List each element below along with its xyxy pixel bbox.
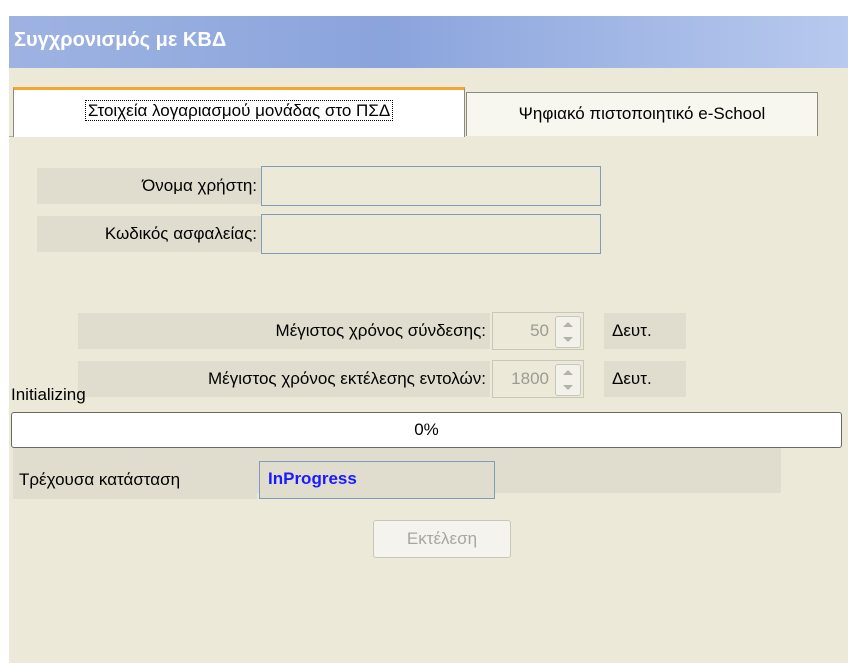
tab-certificate-label: Ψηφιακό πιστοποιητικό e-School <box>518 104 766 123</box>
exec-timeout-unit: Δευτ. <box>604 361 686 397</box>
password-field[interactable] <box>261 214 601 254</box>
right-strip <box>818 82 848 663</box>
connect-timeout-spinner[interactable]: 50 <box>492 312 584 350</box>
progress-percent: 0% <box>414 420 439 439</box>
spinner-arrows-icon[interactable] <box>555 316 581 348</box>
username-field[interactable] <box>261 166 601 206</box>
state-value: InProgress <box>259 461 495 499</box>
state-label: Τρέχουσα κατάσταση <box>13 461 257 499</box>
tab-panel-account: Όνομα χρήστη: Κωδικός ασφαλείας: Μέγιστο… <box>13 136 818 663</box>
username-label: Όνομα χρήστη: <box>37 168 261 204</box>
exec-timeout-spinner[interactable]: 1800 <box>492 360 584 398</box>
tab-certificate[interactable]: Ψηφιακό πιστοποιητικό e-School <box>466 92 818 136</box>
connect-timeout-value: 50 <box>530 321 549 340</box>
window-title: Συγχρονισμός με ΚΒΔ <box>14 29 227 51</box>
tab-account-label: Στοιχεία λογαριασμού μονάδας στο ΠΣΔ <box>84 100 394 121</box>
exec-timeout-value: 1800 <box>511 369 549 388</box>
title-bar[interactable]: Συγχρονισμός με ΚΒΔ <box>9 16 848 68</box>
password-label: Κωδικός ασφαλείας: <box>37 216 261 252</box>
tab-account[interactable]: Στοιχεία λογαριασμού μονάδας στο ΠΣΔ <box>13 87 465 137</box>
run-button[interactable]: Εκτέλεση <box>373 520 511 558</box>
connect-timeout-label: Μέγιστος χρόνος σύνδεσης: <box>78 313 490 349</box>
status-text: Initializing <box>11 385 86 404</box>
exec-timeout-label: Μέγιστος χρόνος εκτέλεσης εντολών: <box>78 361 490 397</box>
spinner-arrows-icon[interactable] <box>555 364 581 396</box>
progress-bar: 0% <box>11 412 842 448</box>
connect-timeout-unit: Δευτ. <box>604 313 686 349</box>
dialog-window: Συγχρονισμός με ΚΒΔ Στοιχεία λογαριασμού… <box>9 16 848 663</box>
